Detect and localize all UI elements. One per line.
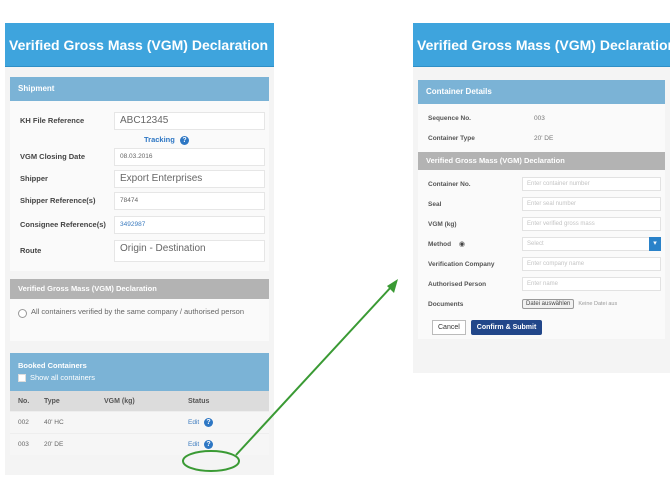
booked-containers-header: Booked Containers Show all containers bbox=[10, 353, 269, 391]
containers-table: No. Type VGM (kg) Status 002 40' HC Edit… bbox=[10, 391, 269, 455]
field-vgm-closing-date: VGM Closing Date 08.03.2016 bbox=[10, 147, 269, 167]
container-no-input[interactable]: Enter container number bbox=[522, 177, 661, 191]
seal-label: Seal bbox=[428, 200, 442, 208]
vgm-label: VGM (kg) bbox=[428, 220, 457, 228]
vgm-section-header: Verified Gross Mass (VGM) Declaration bbox=[10, 279, 269, 299]
confirm-submit-button[interactable]: Confirm & Submit bbox=[470, 320, 543, 335]
left-page-title: Verified Gross Mass (VGM) Declaration bbox=[5, 23, 274, 67]
row-type: 20' DE bbox=[44, 441, 64, 448]
same-company-option[interactable]: All containers verified by the same comp… bbox=[10, 299, 269, 318]
row-no: 003 bbox=[18, 441, 29, 448]
vgm-declaration-form: Container No. Enter container number Sea… bbox=[418, 170, 665, 339]
person-label: Authorised Person bbox=[428, 280, 487, 288]
column-header-vgm: VGM (kg) bbox=[104, 397, 135, 405]
documents-label: Documents bbox=[428, 300, 464, 308]
company-label: Verification Company bbox=[428, 260, 495, 268]
field-value: Origin - Destination bbox=[114, 240, 265, 262]
table-header: No. Type VGM (kg) Status bbox=[10, 391, 269, 411]
field-label: Consignee Reference(s) bbox=[20, 219, 106, 229]
container-details-section: Sequence No. 003 Container Type 20' DE bbox=[418, 104, 665, 152]
shipment-section: KH File Reference ABC12345 Tracking ? VG… bbox=[10, 101, 269, 271]
info-circle-icon[interactable]: ? bbox=[204, 440, 214, 449]
field-label: VGM Closing Date bbox=[20, 151, 86, 161]
container-type-value: 20' DE bbox=[534, 134, 554, 142]
eye-help-icon[interactable]: ◉ bbox=[459, 241, 465, 248]
field-value: Export Enterprises bbox=[114, 170, 265, 188]
field-value: 08.03.2016 bbox=[114, 148, 265, 166]
info-circle-icon[interactable]: ? bbox=[204, 418, 214, 427]
field-label: Shipper bbox=[20, 173, 48, 183]
radio-label: All containers verified by the same comp… bbox=[31, 307, 245, 316]
right-page-title: Verified Gross Mass (VGM) Declaration bbox=[413, 23, 670, 67]
company-input[interactable]: Enter company name bbox=[522, 257, 661, 271]
field-value: ABC12345 bbox=[114, 112, 265, 130]
row-no: 002 bbox=[18, 419, 29, 426]
green-arrow-head bbox=[387, 279, 398, 293]
edit-link[interactable]: Edit bbox=[188, 441, 199, 448]
company-row: Verification Company Enter company name bbox=[418, 254, 665, 274]
field-kh-file-reference: KH File Reference ABC12345 bbox=[10, 109, 269, 133]
column-header-no: No. bbox=[18, 397, 30, 405]
documents-row: Documents Datei auswählen Keine Datei au… bbox=[418, 294, 665, 314]
column-header-status: Status bbox=[188, 397, 210, 405]
method-label: Method ◉ bbox=[422, 240, 522, 248]
sequence-label: Sequence No. bbox=[428, 114, 471, 122]
field-label: Shipper Reference(s) bbox=[20, 195, 96, 205]
method-select[interactable]: Select ▾ bbox=[522, 237, 661, 251]
radio-button[interactable] bbox=[18, 309, 27, 318]
show-all-checkbox[interactable] bbox=[18, 373, 26, 382]
field-label: Route bbox=[20, 245, 42, 255]
shipment-section-header: Shipment bbox=[10, 77, 269, 101]
edit-link[interactable]: Edit bbox=[188, 419, 199, 426]
field-shipper: Shipper Export Enterprises bbox=[10, 167, 269, 191]
column-header-type: Type bbox=[44, 397, 60, 405]
container-type-label: Container Type bbox=[428, 134, 475, 142]
booked-containers-title: Booked Containers bbox=[18, 361, 87, 370]
vgm-section: All containers verified by the same comp… bbox=[10, 299, 269, 341]
show-all-toggle[interactable]: Show all containers bbox=[18, 373, 269, 382]
method-row: Method ◉ Select ▾ bbox=[418, 234, 665, 254]
vgm-input[interactable]: Enter verified gross mass bbox=[522, 217, 661, 231]
row-type: 40' HC bbox=[44, 419, 64, 426]
tracking-link[interactable]: Tracking ? bbox=[10, 133, 269, 147]
table-row: 003 20' DE Edit ? bbox=[10, 433, 269, 455]
row-status[interactable]: Edit ? bbox=[168, 440, 269, 449]
sequence-row: Sequence No. 003 bbox=[418, 108, 665, 128]
chevron-down-icon[interactable]: ▾ bbox=[649, 237, 661, 251]
method-select-value[interactable]: Select bbox=[522, 237, 649, 251]
tracking-label[interactable]: Tracking bbox=[144, 135, 175, 144]
container-details-header: Container Details bbox=[418, 80, 665, 104]
show-all-label: Show all containers bbox=[30, 373, 96, 382]
person-row: Authorised Person Enter name bbox=[418, 274, 665, 294]
vgm-row: VGM (kg) Enter verified gross mass bbox=[418, 214, 665, 234]
field-label: KH File Reference bbox=[20, 115, 85, 125]
no-file-note: Keine Datei aus bbox=[578, 301, 618, 307]
row-status[interactable]: Edit ? bbox=[168, 418, 269, 427]
container-detail-panel: Verified Gross Mass (VGM) Declaration Co… bbox=[413, 23, 670, 373]
vgm-declaration-header: Verified Gross Mass (VGM) Declaration bbox=[418, 152, 665, 170]
sequence-value: 003 bbox=[534, 114, 545, 122]
container-no-row: Container No. Enter container number bbox=[418, 174, 665, 194]
field-value: 3492987 bbox=[114, 216, 265, 234]
person-input[interactable]: Enter name bbox=[522, 277, 661, 291]
choose-file-button[interactable]: Datei auswählen bbox=[522, 299, 575, 309]
info-circle-icon[interactable]: ? bbox=[179, 135, 189, 145]
cancel-button[interactable]: Cancel bbox=[432, 320, 466, 335]
seal-row: Seal Enter seal number bbox=[418, 194, 665, 214]
field-value: 78474 bbox=[114, 192, 265, 210]
seal-input[interactable]: Enter seal number bbox=[522, 197, 661, 211]
field-consignee-reference: Consignee Reference(s) 3492987 bbox=[10, 211, 269, 239]
container-type-row: Container Type 20' DE bbox=[418, 128, 665, 148]
container-no-label: Container No. bbox=[428, 180, 471, 188]
form-actions: Cancel Confirm & Submit bbox=[418, 314, 665, 335]
field-shipper-reference: Shipper Reference(s) 78474 bbox=[10, 191, 269, 211]
method-label-text: Method bbox=[428, 241, 452, 248]
vgm-overview-panel: Verified Gross Mass (VGM) Declaration Sh… bbox=[5, 23, 274, 475]
table-row: 002 40' HC Edit ? bbox=[10, 411, 269, 433]
field-route: Route Origin - Destination bbox=[10, 239, 269, 263]
